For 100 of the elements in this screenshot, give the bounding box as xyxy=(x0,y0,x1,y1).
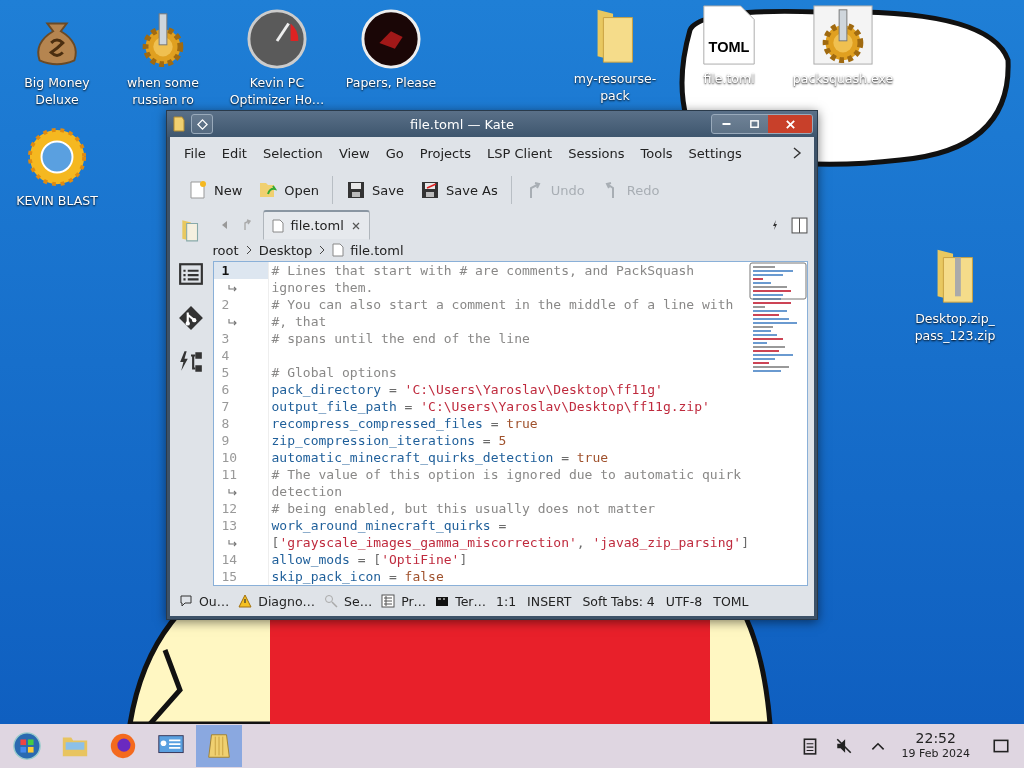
speech-bubble-icon xyxy=(179,594,193,608)
browser-icon xyxy=(108,731,138,761)
window-menu-button[interactable] xyxy=(191,114,213,134)
search-icon xyxy=(324,594,339,608)
file-tab[interactable]: file.toml xyxy=(262,210,370,240)
code-line: recompress_compressed_files = true xyxy=(271,415,538,432)
line-number: 8 xyxy=(213,415,269,432)
desktop-icon-label[interactable]: KEVIN BLAST xyxy=(16,192,98,209)
close-icon[interactable] xyxy=(350,220,361,231)
desktop-icon-label[interactable]: file.toml xyxy=(703,70,755,87)
chevron-right-icon xyxy=(244,245,253,255)
status-item[interactable]: 1:1 xyxy=(491,593,521,609)
code-line: pack_directory = 'C:\Users\Yaroslav\Desktop\ff11g' xyxy=(271,381,663,398)
line-number: 11 xyxy=(213,466,269,483)
line-number: 7 xyxy=(213,398,269,415)
status-item[interactable]: Soft Tabs: 4 xyxy=(578,593,659,609)
close-button[interactable] xyxy=(768,115,812,133)
project-panel-button[interactable]: Pr… xyxy=(378,591,430,611)
terminal-panel-button[interactable]: Ter… xyxy=(432,591,489,611)
menu-item[interactable]: File xyxy=(176,141,214,165)
menu-item[interactable]: Go xyxy=(377,141,412,165)
terminal-icon xyxy=(435,594,450,608)
close-icon xyxy=(784,118,796,130)
line-number: 14 xyxy=(213,551,269,568)
wrap-arrow-icon xyxy=(227,283,238,292)
line-number: 6 xyxy=(213,381,269,398)
desktop-icon-label[interactable]: packsquash.exe xyxy=(792,70,894,87)
desktop-icon-label[interactable]: Big Money Deluxe xyxy=(8,74,106,108)
line-number: 10 xyxy=(213,449,269,466)
clock-date[interactable]: 19 Feb 2024 xyxy=(901,746,970,761)
desktop-icon-label[interactable]: Papers, Please xyxy=(345,74,437,91)
save-button[interactable]: Save xyxy=(340,176,410,204)
line-number: 5 xyxy=(213,364,269,381)
menu-item[interactable]: Sessions xyxy=(560,141,633,165)
list-icon[interactable] xyxy=(178,261,205,287)
breadcrumb-item[interactable]: Desktop xyxy=(258,242,313,258)
desktop-icon-label[interactable]: my-resourse-pack xyxy=(566,70,664,104)
code-line: allow_mods = ['OptiFine'] xyxy=(271,551,468,568)
gear-icon[interactable] xyxy=(812,4,874,66)
menu-item[interactable]: Projects xyxy=(411,141,480,165)
warning-icon xyxy=(238,594,253,608)
output-panel-button[interactable]: Ou… xyxy=(176,591,233,611)
document-icon[interactable] xyxy=(171,116,187,132)
line-number: 2 xyxy=(213,296,269,313)
split-view-icon[interactable] xyxy=(791,216,808,234)
show-desktop-icon[interactable] xyxy=(992,737,1010,755)
tab-label[interactable]: file.toml xyxy=(290,218,344,233)
minimize-button[interactable] xyxy=(712,115,740,133)
menu-item[interactable]: LSP Client xyxy=(479,141,561,165)
symbol-tree-icon[interactable] xyxy=(178,349,205,375)
status-item[interactable]: UTF-8 xyxy=(661,593,707,609)
menu-item[interactable]: Settings xyxy=(680,141,750,165)
search-panel-button[interactable]: Se… xyxy=(321,591,376,611)
maximize-button[interactable] xyxy=(740,115,768,133)
window-title: file.toml — Kate xyxy=(409,116,515,132)
save-as-button[interactable]: Save As xyxy=(414,176,504,204)
sun-icon[interactable] xyxy=(26,126,88,188)
code-line: automatic_minecraft_quirks_detection = true xyxy=(271,449,609,466)
code-line: # being enabled, but this usually does not matter xyxy=(271,500,656,517)
code-line: # Global options xyxy=(271,364,397,381)
code-line: output_file_path = 'C:\Users\Yaroslav\Desktop\ff11g.zip' xyxy=(271,398,710,415)
code-line: #, that xyxy=(271,313,327,330)
code-line: work_around_minecraft_quirks = xyxy=(271,517,507,534)
menu-item[interactable]: View xyxy=(330,141,378,165)
git-icon[interactable] xyxy=(178,305,205,331)
status-item[interactable]: TOML xyxy=(709,593,753,609)
menu-item[interactable]: Tools xyxy=(632,141,681,165)
maximize-icon xyxy=(748,118,760,130)
toml-label: TOML xyxy=(708,39,750,56)
diagnostics-panel-button[interactable]: Diagno… xyxy=(235,591,319,611)
line-number: 4 xyxy=(213,347,269,364)
new-button[interactable]: New xyxy=(182,176,249,204)
chevron-right-icon[interactable] xyxy=(792,146,802,160)
table-icon xyxy=(381,594,396,608)
breadcrumb-item[interactable]: root xyxy=(212,242,239,258)
desktop-icon-label[interactable]: Desktop.zip_ pass_123.zip xyxy=(906,310,1004,344)
open-button[interactable]: Open xyxy=(252,176,326,204)
menu-item[interactable]: Edit xyxy=(213,141,255,165)
desktop-icon-label[interactable]: when some russian ro xyxy=(114,74,212,108)
line-number: 1 xyxy=(213,262,269,279)
code-line: detection xyxy=(271,483,342,500)
file-icon xyxy=(271,218,284,233)
line-number: 13 xyxy=(213,517,269,534)
code-line: zip_compression_iterations = 5 xyxy=(271,432,507,449)
code-editor[interactable] xyxy=(212,261,808,586)
code-line: # Lines that start with # are comments, and PackSquash xyxy=(271,262,695,279)
open-folder-icon xyxy=(258,180,279,200)
clock-time[interactable]: 22:52 xyxy=(915,731,956,746)
breadcrumb-item[interactable]: file.toml xyxy=(350,242,404,258)
code-line: ['grayscale_images_gamma_miscorrection', 'java8_zip_parsing'] xyxy=(271,534,749,551)
gauge-icon[interactable] xyxy=(246,8,308,70)
wrap-arrow-icon xyxy=(227,538,238,547)
seal-icon[interactable] xyxy=(360,8,422,70)
line-number: 9 xyxy=(213,432,269,449)
status-item[interactable]: INSERT xyxy=(523,593,576,609)
menu-item[interactable]: Selection xyxy=(254,141,331,165)
wrap-arrow-icon xyxy=(227,317,238,326)
desktop-icon-label[interactable]: Kevin PC Optimizer Ho… xyxy=(228,74,326,108)
muted-speaker-icon[interactable] xyxy=(834,737,853,755)
code-line: ignores them. xyxy=(271,279,374,296)
